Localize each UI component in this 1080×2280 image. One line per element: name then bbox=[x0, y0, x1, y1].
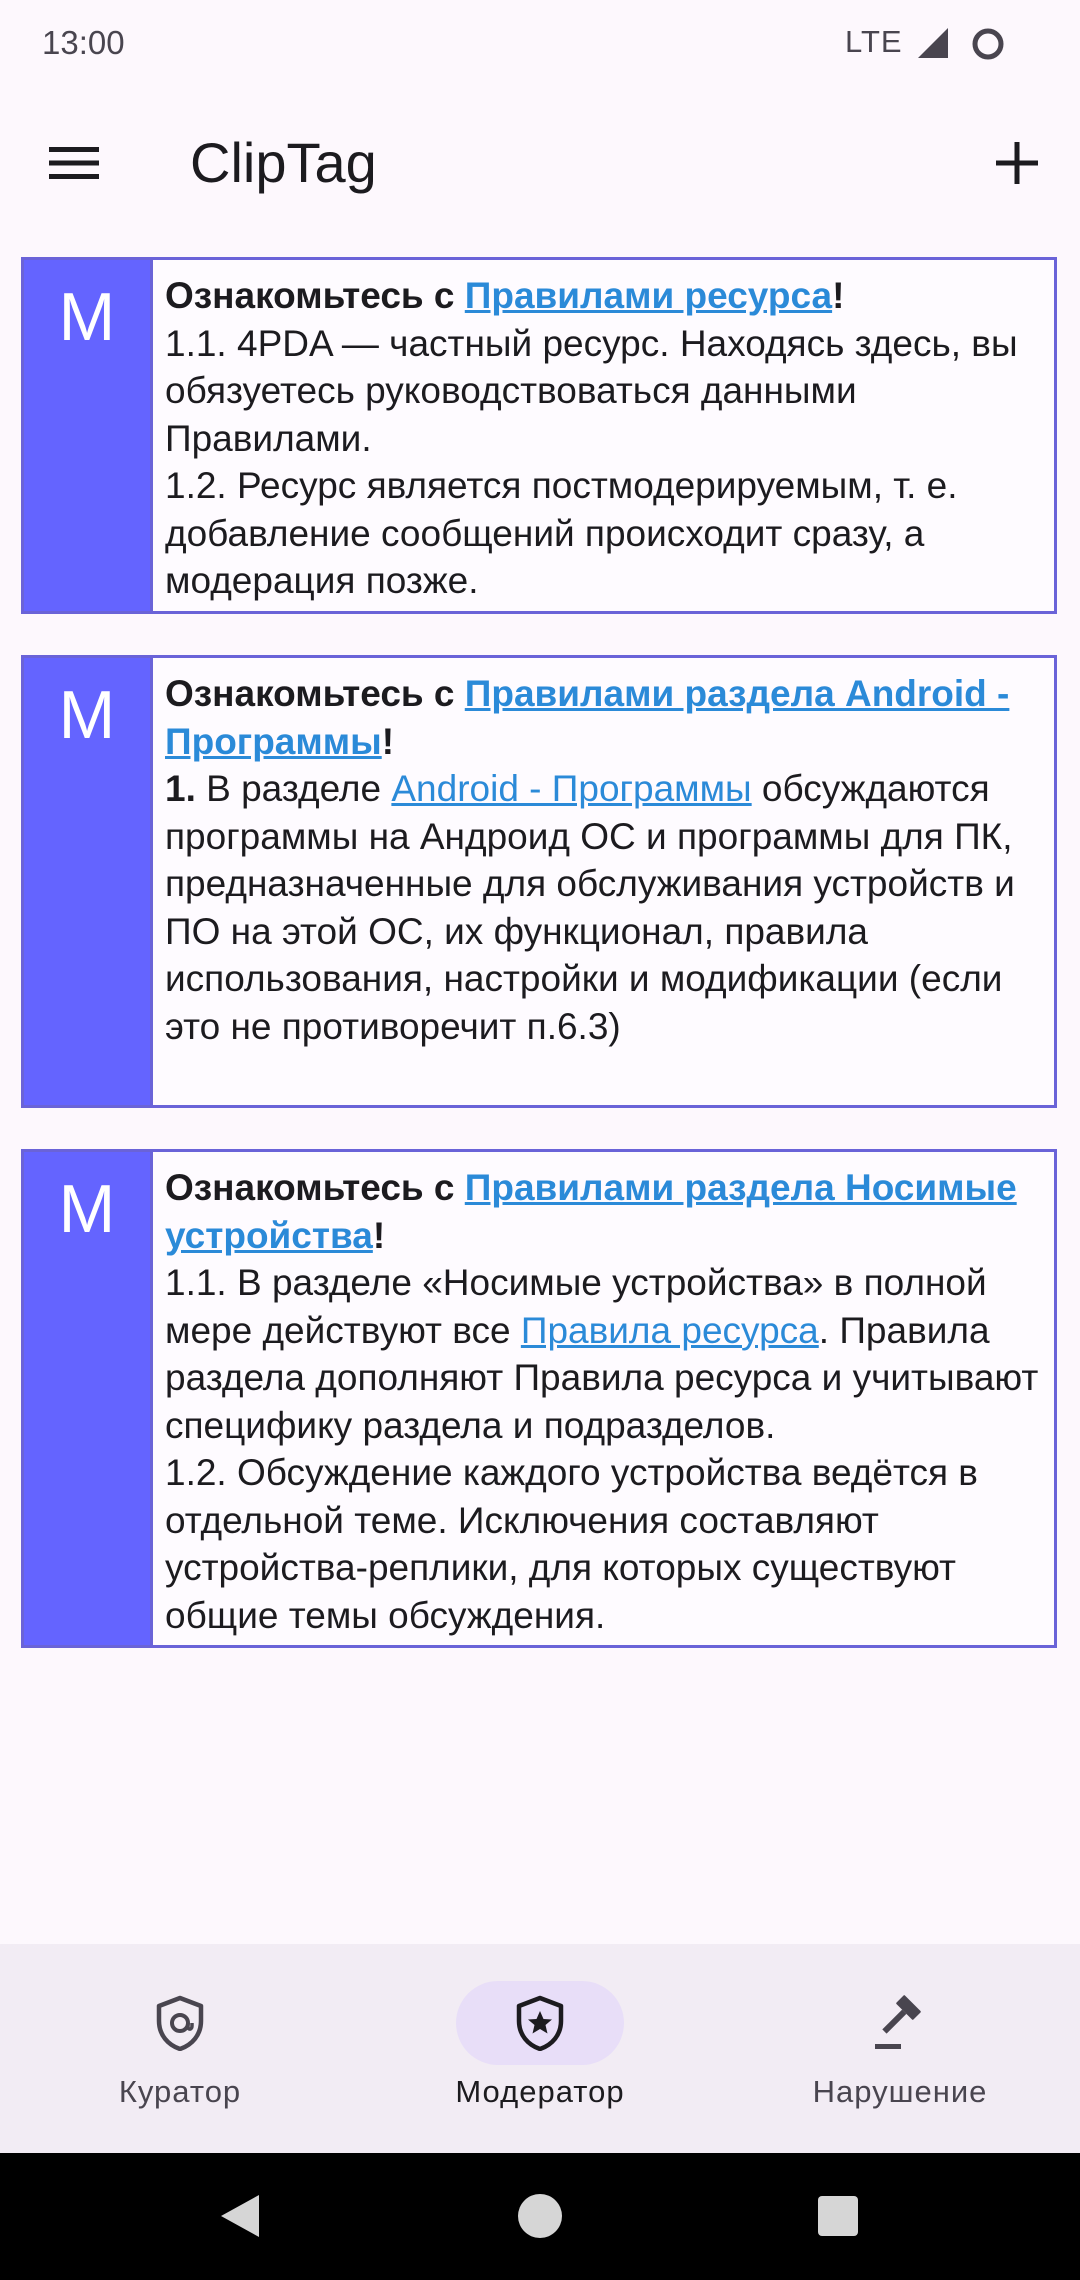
app-title: ClipTag bbox=[190, 131, 377, 194]
signal-icon bbox=[916, 26, 950, 65]
badge-letter: M bbox=[58, 677, 116, 753]
nav-label: Модератор bbox=[455, 2074, 625, 2109]
heading-prefix: Ознакомьтесь с bbox=[165, 673, 465, 714]
card-badge: M bbox=[24, 1152, 150, 1645]
system-navigation-bar bbox=[0, 2153, 1080, 2280]
home-icon bbox=[518, 2194, 562, 2238]
top-app-bar: ClipTag bbox=[0, 90, 1080, 232]
nav-item-violation[interactable]: Нарушение bbox=[720, 1944, 1080, 2153]
nav-icon-container bbox=[816, 1981, 984, 2065]
nav-icon-container bbox=[456, 1981, 624, 2065]
rule-paragraph: 1.1. 4PDA — частный ресурс. Находясь зде… bbox=[165, 322, 1018, 459]
heading-suffix: ! bbox=[381, 720, 395, 762]
nav-item-moderator[interactable]: Модератор bbox=[360, 1944, 720, 2153]
back-button[interactable] bbox=[205, 2181, 275, 2251]
card-body: Ознакомьтесь с Правилами раздела Android… bbox=[150, 658, 1054, 1105]
rule-number: 1. bbox=[165, 768, 196, 809]
heading-prefix: Ознакомьтесь с bbox=[165, 275, 465, 316]
section-link[interactable]: Android - Программы bbox=[391, 768, 751, 809]
gavel-icon bbox=[875, 1995, 921, 2049]
heading-prefix: Ознакомьтесь с bbox=[165, 1167, 465, 1208]
rule-card[interactable]: M Ознакомьтесь с Правилами раздела Носим… bbox=[21, 1149, 1057, 1648]
network-type: LTE bbox=[845, 24, 903, 59]
recents-button[interactable] bbox=[803, 2181, 873, 2251]
nav-label: Нарушение bbox=[812, 2074, 988, 2109]
card-body: Ознакомьтесь с Правилами ресурса! 1.1. 4… bbox=[150, 260, 1054, 611]
add-icon bbox=[996, 142, 1038, 184]
back-icon bbox=[221, 2195, 259, 2237]
heading-suffix: ! bbox=[832, 275, 845, 316]
card-heading: Ознакомьтесь с Правилами раздела Носимые… bbox=[165, 1164, 1044, 1259]
heading-suffix: ! bbox=[372, 1214, 386, 1256]
resource-rules-link[interactable]: Правила ресурса bbox=[521, 1310, 819, 1351]
recents-icon bbox=[818, 2196, 858, 2236]
curator-shield-icon bbox=[156, 1995, 204, 2051]
status-time: 13:00 bbox=[42, 24, 125, 61]
rule-paragraph: 1.2. Обсуждение каждого устройства ведёт… bbox=[165, 1452, 978, 1636]
card-heading: Ознакомьтесь с Правилами раздела Android… bbox=[165, 670, 1044, 765]
card-heading: Ознакомьтесь с Правилами ресурса! bbox=[165, 272, 1044, 320]
rule-paragraph: 1. В разделе Android - Программы обсужда… bbox=[165, 765, 1044, 1050]
card-badge: M bbox=[24, 658, 150, 1105]
nav-item-curator[interactable]: Куратор bbox=[0, 1944, 360, 2153]
moderator-star-shield-icon bbox=[516, 1995, 564, 2051]
badge-letter: M bbox=[58, 1171, 116, 1247]
bottom-navigation: Куратор Модератор Нарушение bbox=[0, 1944, 1080, 2153]
badge-letter: M bbox=[58, 279, 116, 355]
nav-label: Куратор bbox=[118, 2074, 242, 2109]
card-badge: M bbox=[24, 260, 150, 611]
rule-card[interactable]: M Ознакомьтесь с Правилами раздела Andro… bbox=[21, 655, 1057, 1108]
status-bar: 13:00 LTE bbox=[0, 0, 1080, 90]
battery-icon bbox=[970, 26, 1006, 67]
rule-paragraph: 1.1. В разделе «Носимые устройства» в по… bbox=[165, 1259, 1044, 1449]
card-body: Ознакомьтесь с Правилами раздела Носимые… bbox=[150, 1152, 1054, 1645]
home-button[interactable] bbox=[505, 2181, 575, 2251]
rules-link[interactable]: Правилами ресурса bbox=[465, 275, 832, 316]
rule-paragraph: 1.2. Ресурс является постмодерируемым, т… bbox=[165, 465, 958, 601]
menu-button[interactable] bbox=[32, 121, 116, 205]
add-button[interactable] bbox=[975, 121, 1059, 205]
nav-icon-container bbox=[96, 1981, 264, 2065]
menu-icon bbox=[49, 147, 99, 179]
rule-text: В разделе bbox=[195, 768, 392, 809]
rule-card[interactable]: M Ознакомьтесь с Правилами ресурса! 1.1.… bbox=[21, 257, 1057, 614]
rule-text: обсуждаются программы на Андроид ОС и пр… bbox=[165, 768, 1015, 1047]
